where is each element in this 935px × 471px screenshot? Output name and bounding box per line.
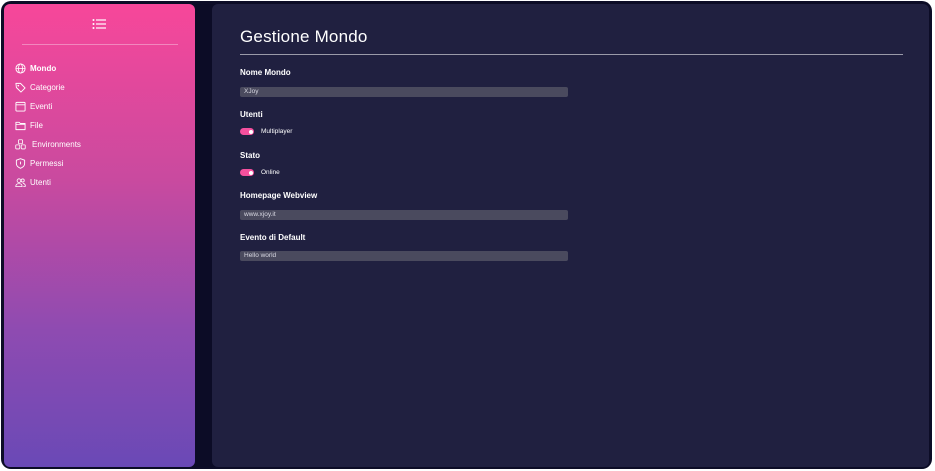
sidebar-item-label: Mondo xyxy=(30,64,57,73)
app-window: Mondo Categorie Eventi File Environments… xyxy=(1,1,932,469)
folder-icon xyxy=(15,120,26,131)
online-toggle-row: Online xyxy=(240,169,280,176)
cubes-icon xyxy=(15,139,26,150)
toggle-knob xyxy=(248,129,253,134)
shield-icon xyxy=(15,158,26,169)
calendar-icon xyxy=(15,101,26,112)
multiplayer-label: Multiplayer xyxy=(261,128,293,135)
sidebar-item-label: Utenti xyxy=(30,178,51,187)
sidebar-item-label: Eventi xyxy=(30,102,53,111)
homepage-webview-label: Homepage Webview xyxy=(240,191,318,200)
globe-icon xyxy=(15,63,26,74)
sidebar-item-file[interactable]: File xyxy=(15,116,81,135)
sidebar-item-label: File xyxy=(30,121,43,130)
toggle-knob xyxy=(248,170,253,175)
sidebar-item-mondo[interactable]: Mondo xyxy=(15,59,81,78)
users-icon xyxy=(15,177,26,188)
sidebar-item-permessi[interactable]: Permessi xyxy=(15,154,81,173)
sidebar-item-eventi[interactable]: Eventi xyxy=(15,97,81,116)
sidebar-item-categorie[interactable]: Categorie xyxy=(15,78,81,97)
nome-mondo-label: Nome Mondo xyxy=(240,68,291,77)
sidebar-item-label: Environments xyxy=(32,140,81,149)
online-label: Online xyxy=(261,169,280,176)
sidebar-item-label: Permessi xyxy=(30,159,64,168)
page-title: Gestione Mondo xyxy=(240,27,368,46)
tag-icon xyxy=(15,82,26,93)
multiplayer-toggle-row: Multiplayer xyxy=(240,128,292,135)
sidebar-item-label: Categorie xyxy=(30,83,65,92)
utenti-label: Utenti xyxy=(240,110,263,119)
list-icon[interactable] xyxy=(92,17,106,29)
evento-default-input[interactable] xyxy=(240,251,568,261)
online-toggle[interactable] xyxy=(240,169,254,176)
nome-mondo-input[interactable] xyxy=(240,87,568,97)
evento-default-label: Evento di Default xyxy=(240,233,306,242)
sidebar-divider xyxy=(22,44,178,45)
main-panel: Gestione Mondo Nome Mondo Utenti Multipl… xyxy=(212,4,929,467)
sidebar-item-environments[interactable]: Environments xyxy=(15,135,81,154)
sidebar-item-utenti[interactable]: Utenti xyxy=(15,173,81,192)
title-divider xyxy=(240,54,903,55)
homepage-webview-input[interactable] xyxy=(240,210,568,220)
sidebar-nav: Mondo Categorie Eventi File Environments… xyxy=(15,59,81,192)
multiplayer-toggle[interactable] xyxy=(240,128,254,135)
stato-label: Stato xyxy=(240,151,260,160)
sidebar: Mondo Categorie Eventi File Environments… xyxy=(4,4,195,467)
